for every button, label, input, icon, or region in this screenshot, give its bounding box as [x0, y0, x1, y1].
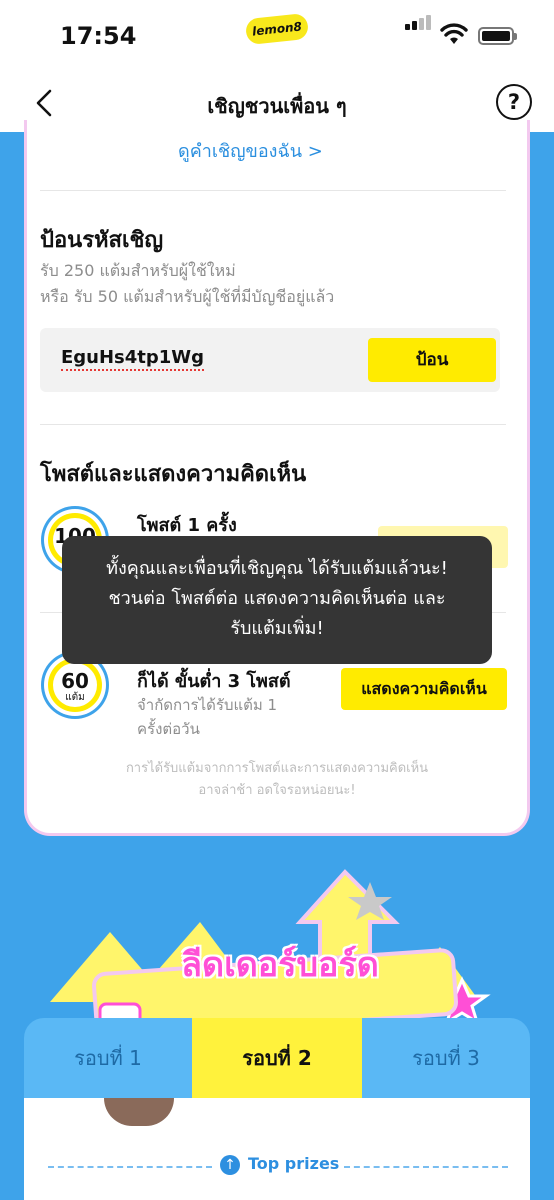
invite-code-value[interactable]: EguHs4tp1Wg: [61, 349, 205, 371]
invite-code-title: ป้อนรหัสเชิญ: [40, 228, 164, 253]
divider: [40, 190, 506, 191]
invite-code-subtitle-1: รับ 250 แต้มสำหรับผู้ใช้ใหม่: [40, 261, 236, 280]
tab-round-2[interactable]: รอบที่ 2: [192, 1018, 362, 1098]
leaderboard-title: ลีดเดอร์บอร์ด: [181, 945, 379, 985]
divider: [344, 1166, 508, 1168]
tab-round-3[interactable]: รอบที่ 3: [362, 1018, 530, 1098]
task-description-1: จำกัดการได้รับแต้ม 1: [137, 696, 278, 714]
avatar[interactable]: [104, 1098, 174, 1126]
wifi-icon: [440, 23, 468, 44]
page-title: เชิญชวนเพื่อน ๆ: [207, 94, 347, 118]
tasks-title: โพสต์และแสดงความคิดเห็น: [40, 462, 307, 487]
divider: [48, 1166, 212, 1168]
chevron-right-icon: >: [307, 141, 323, 162]
task-title: โพสต์ 1 ครั้ง: [137, 515, 237, 536]
status-time: 17:54: [60, 22, 137, 50]
my-invitations-link[interactable]: ดูคำเชิญของฉัน >: [178, 136, 378, 165]
tab-round-1[interactable]: รอบที่ 1: [24, 1018, 192, 1098]
battery-icon: [478, 27, 517, 45]
divider: [40, 424, 506, 425]
task-title: ก็ได้ ขั้นต่ำ 3 โพสต์: [137, 671, 291, 692]
lemon8-logo: lemon8: [244, 12, 310, 46]
help-icon[interactable]: ?: [496, 84, 532, 120]
arrow-up-icon: ↑: [220, 1155, 240, 1175]
enter-code-button[interactable]: ป้อน: [368, 338, 496, 382]
comment-button[interactable]: แสดงความคิดเห็น: [341, 668, 507, 710]
points-badge: 60 แต้ม: [48, 658, 102, 712]
invite-code-input[interactable]: EguHs4tp1Wg ป้อน: [40, 328, 500, 392]
invite-code-subtitle-2: หรือ รับ 50 แต้มสำหรับผู้ใช้ที่มีบัญชีอย…: [40, 287, 335, 306]
status-bar: 17:54 lemon8: [0, 0, 554, 76]
toast-message: ทั้งคุณและเพื่อนที่เชิญคุณ ได้รับแต้มแล้…: [62, 536, 492, 664]
round-tabs: รอบที่ 1 รอบที่ 2 รอบที่ 3: [24, 1018, 530, 1098]
points-footnote: การได้รับแต้มจากการโพสต์และการแสดงความคิ…: [125, 761, 429, 798]
top-prizes-label[interactable]: Top prizes: [248, 1154, 339, 1173]
task-description-2: ครั้งต่อวัน: [137, 720, 200, 738]
leaderboard-panel: ↑ Top prizes: [24, 1098, 530, 1200]
